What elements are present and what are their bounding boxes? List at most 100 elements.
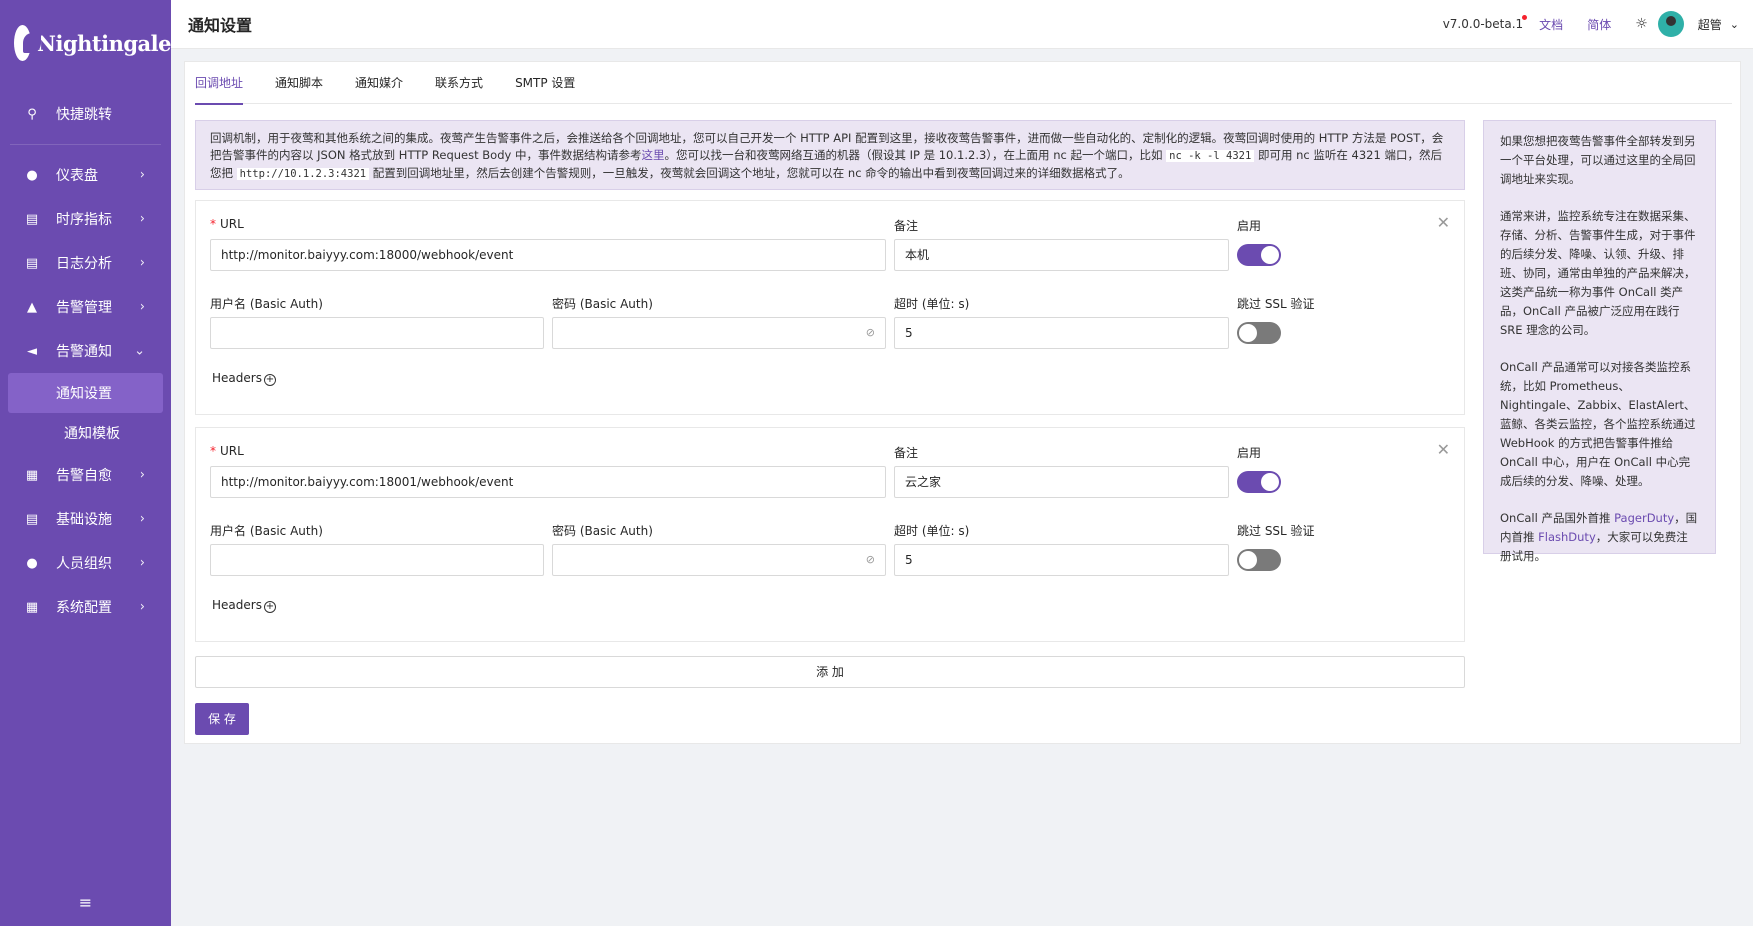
theme-sun-icon[interactable]: ☼ bbox=[1635, 16, 1648, 32]
header: 通知设置 v7.0.0-beta.1 文档 简体 ☼ 超管 ⌄ bbox=[171, 0, 1753, 49]
eye-invisible-icon[interactable]: ⊘ bbox=[866, 318, 875, 348]
headers-add[interactable]: Headers + bbox=[212, 598, 276, 613]
sidebar-item-label: 快捷跳转 bbox=[56, 107, 112, 123]
close-icon[interactable]: ✕ bbox=[1437, 440, 1450, 459]
side-note-paragraph: 通常来讲，监控系统专注在数据采集、存储、分析、告警事件生成，对于事件的后续分发、… bbox=[1500, 209, 1696, 337]
close-icon[interactable]: ✕ bbox=[1437, 213, 1450, 232]
chevron-right-icon: › bbox=[139, 167, 145, 183]
skip-ssl-toggle[interactable] bbox=[1237, 549, 1281, 571]
sidebar-item-alert-management[interactable]: ▲ 告警管理 › bbox=[0, 285, 171, 329]
password-label: 密码 (Basic Auth) bbox=[552, 524, 653, 538]
sidebar-item-self-healing[interactable]: ▦ 告警自愈 › bbox=[0, 453, 171, 497]
sidebar-item-dashboard[interactable]: ● 仪表盘 › bbox=[0, 153, 171, 197]
save-button[interactable]: 保 存 bbox=[195, 703, 249, 735]
timeout-label: 超时 (单位: s) bbox=[894, 297, 970, 311]
tab-webhook[interactable]: 回调地址 bbox=[195, 62, 244, 105]
sidebar-item-quick-jump[interactable]: ⚲ 快捷跳转 bbox=[0, 92, 171, 136]
tab-notify-script[interactable]: 通知脚本 bbox=[275, 62, 323, 104]
tab-notify-channels[interactable]: 通知媒介 bbox=[355, 62, 403, 104]
logo[interactable]: Nightingale bbox=[0, 0, 172, 86]
tab-contacts[interactable]: 联系方式 bbox=[435, 62, 483, 104]
side-note-text: OnCall 产品国外首推 bbox=[1500, 511, 1615, 525]
password-input[interactable]: ⊘ bbox=[552, 544, 886, 576]
intro-text: 配置到回调地址里，然后去创建个告警规则，一旦触发，夜莺就会回调这个地址，您就可以… bbox=[369, 166, 1130, 180]
username-label: 用户名 (Basic Auth) bbox=[210, 524, 323, 538]
enable-toggle[interactable] bbox=[1237, 244, 1281, 266]
intro-alert: 回调机制，用于夜莺和其他系统之间的集成。夜莺产生告警事件之后，会推送给各个回调地… bbox=[195, 120, 1465, 190]
side-note-paragraph: OnCall 产品通常可以对接各类监控系统，比如 Prometheus、Nigh… bbox=[1500, 360, 1696, 488]
enable-toggle[interactable] bbox=[1237, 471, 1281, 493]
username-input[interactable] bbox=[210, 544, 544, 576]
chevron-down-icon[interactable]: ⌄ bbox=[1730, 18, 1739, 31]
logo-icon bbox=[14, 25, 41, 61]
chevron-right-icon: › bbox=[139, 555, 145, 571]
side-note-paragraph: OnCall 产品国外首推 PagerDuty，国内首推 FlashDuty，大… bbox=[1500, 509, 1699, 566]
sidebar-item-system-config[interactable]: ▦ 系统配置 › bbox=[0, 585, 171, 629]
headers-label: Headers bbox=[212, 598, 262, 612]
flashduty-link[interactable]: FlashDuty bbox=[1538, 530, 1596, 544]
chevron-right-icon: › bbox=[139, 211, 145, 227]
menu-collapse-icon[interactable]: ≡ bbox=[0, 893, 171, 912]
sidebar-item-label: 仪表盘 bbox=[56, 168, 98, 184]
sidebar-item-users[interactable]: ● 人员组织 › bbox=[0, 541, 171, 585]
timeout-label: 超时 (单位: s) bbox=[894, 524, 970, 538]
sidebar-item-label: 人员组织 bbox=[56, 556, 112, 572]
intro-text: 。您可以找一台和夜莺网络互通的机器（假设其 IP 是 10.1.2.3），在上面… bbox=[664, 148, 1167, 162]
password-input[interactable]: ⊘ bbox=[552, 317, 886, 349]
user-icon: ● bbox=[26, 555, 38, 571]
dashboard-icon: ● bbox=[26, 167, 38, 183]
plus-circle-icon[interactable]: + bbox=[263, 601, 276, 613]
url-input[interactable]: http://monitor.baiyyy.com:18000/webhook/… bbox=[210, 239, 886, 271]
language-switch[interactable]: 简体 bbox=[1587, 16, 1611, 33]
note-input[interactable]: 云之家 bbox=[894, 466, 1229, 498]
note-input[interactable]: 本机 bbox=[894, 239, 1229, 271]
chevron-right-icon: › bbox=[139, 467, 145, 483]
megaphone-icon: ◄ bbox=[27, 343, 37, 359]
username-input[interactable] bbox=[210, 317, 544, 349]
timeout-input[interactable]: 5 bbox=[894, 544, 1229, 576]
pagerduty-link[interactable]: PagerDuty bbox=[1614, 511, 1674, 525]
eye-invisible-icon[interactable]: ⊘ bbox=[866, 545, 875, 575]
chevron-right-icon: › bbox=[139, 599, 145, 615]
tab-bar: 回调地址 通知脚本 通知媒介 联系方式 SMTP 设置 bbox=[195, 62, 1732, 105]
update-dot bbox=[1522, 15, 1528, 20]
sidebar-item-alert-notification[interactable]: ◄ 告警通知 ⌄ bbox=[0, 329, 171, 373]
user-name[interactable]: 超管 bbox=[1698, 16, 1722, 33]
avatar[interactable] bbox=[1657, 11, 1684, 37]
search-icon: ⚲ bbox=[27, 106, 37, 122]
docs-here-link[interactable]: 这里 bbox=[641, 148, 664, 162]
enable-label: 启用 bbox=[1237, 446, 1262, 460]
chart-icon: ▤ bbox=[25, 211, 39, 227]
url-label: * URL bbox=[210, 444, 244, 458]
url-input[interactable]: http://monitor.baiyyy.com:18001/webhook/… bbox=[210, 466, 886, 498]
sidebar-subitem-notification-templates[interactable]: 通知模板 bbox=[8, 413, 163, 453]
add-button[interactable]: 添 加 bbox=[195, 656, 1465, 688]
sidebar-item-label: 日志分析 bbox=[56, 256, 112, 272]
note-label: 备注 bbox=[894, 446, 919, 460]
docs-link[interactable]: 文档 bbox=[1539, 16, 1563, 33]
skip-ssl-toggle[interactable] bbox=[1237, 322, 1281, 344]
version-badge[interactable]: v7.0.0-beta.1 bbox=[1443, 15, 1528, 31]
divider bbox=[10, 144, 161, 145]
plus-circle-icon[interactable]: + bbox=[263, 374, 276, 386]
password-label: 密码 (Basic Auth) bbox=[552, 297, 653, 311]
skip-ssl-label: 跳过 SSL 验证 bbox=[1237, 297, 1315, 311]
sidebar-item-infrastructure[interactable]: ▤ 基础设施 › bbox=[0, 497, 171, 541]
page-title: 通知设置 bbox=[188, 16, 253, 35]
sidebar-subitem-notification-settings[interactable]: 通知设置 bbox=[8, 373, 163, 413]
header-actions: v7.0.0-beta.1 文档 简体 ☼ 超管 ⌄ bbox=[1443, 11, 1753, 37]
sidebar-item-label: 告警管理 bbox=[56, 300, 112, 316]
server-icon: ▤ bbox=[25, 511, 39, 527]
tab-smtp[interactable]: SMTP 设置 bbox=[515, 62, 575, 104]
sidebar-item-metrics[interactable]: ▤ 时序指标 › bbox=[0, 197, 171, 241]
skip-ssl-label: 跳过 SSL 验证 bbox=[1237, 524, 1315, 538]
chevron-right-icon: › bbox=[139, 299, 145, 315]
sidebar-item-logs[interactable]: ▤ 日志分析 › bbox=[0, 241, 171, 285]
webhook-card: ✕ * URL http://monitor.baiyyy.com:18001/w… bbox=[195, 427, 1465, 642]
url-label-text: URL bbox=[220, 217, 244, 231]
sidebar: Nightingale ⚲ 快捷跳转 ● 仪表盘 › ▤ 时序指标 › ▤ 日志… bbox=[0, 0, 172, 926]
timeout-input[interactable]: 5 bbox=[894, 317, 1229, 349]
headers-add[interactable]: Headers + bbox=[212, 371, 276, 386]
webhook-card: ✕ * URL http://monitor.baiyyy.com:18000/w… bbox=[195, 200, 1465, 415]
code-snippet: http://10.1.2.3:4321 bbox=[236, 168, 370, 180]
